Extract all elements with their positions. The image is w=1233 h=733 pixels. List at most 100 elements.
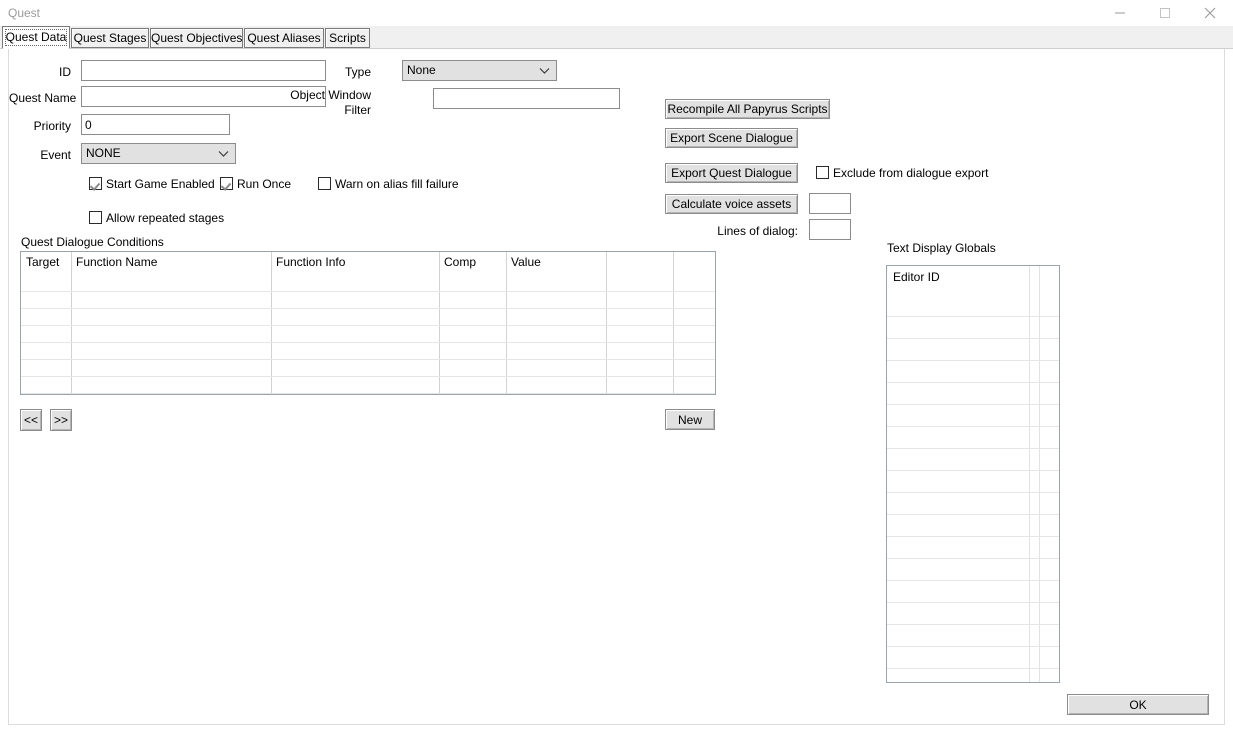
recompile-all-papyrus-scripts-button[interactable]: Recompile All Papyrus Scripts xyxy=(665,99,830,119)
grid-row-divider xyxy=(21,291,715,292)
checkbox-box xyxy=(318,177,331,190)
export-quest-dialogue-button[interactable]: Export Quest Dialogue xyxy=(665,163,798,183)
close-button[interactable] xyxy=(1187,0,1232,26)
tab-label: Quest Stages xyxy=(73,31,147,45)
column-header-extra-2 xyxy=(673,252,715,274)
object-window-filter-input[interactable] xyxy=(433,88,620,109)
checkbox-box xyxy=(816,166,829,179)
column-header-target: Target xyxy=(26,255,60,269)
list-column-divider xyxy=(1029,266,1030,682)
checkbox-label: Warn on alias fill failure xyxy=(335,177,459,191)
window-title: Quest xyxy=(8,6,41,20)
quest-data-panel: ID Quest Name Priority Event NONE Type N… xyxy=(8,49,1225,725)
tab-label: Scripts xyxy=(329,31,366,45)
tab-quest-stages[interactable]: Quest Stages xyxy=(71,28,149,48)
type-dropdown[interactable]: None xyxy=(402,60,557,81)
event-value: NONE xyxy=(86,146,121,160)
object-window-filter-label-line2: Filter xyxy=(344,103,371,117)
type-value: None xyxy=(407,63,436,77)
tab-label: Quest Objectives xyxy=(151,31,243,45)
lines-of-dialog-label: Lines of dialog: xyxy=(717,224,798,238)
column-header-function-info: Function Info xyxy=(276,255,346,269)
tab-quest-objectives[interactable]: Quest Objectives xyxy=(150,28,243,48)
id-input[interactable] xyxy=(81,60,326,81)
column-header-extra-1 xyxy=(606,252,673,274)
checkbox-box xyxy=(220,177,233,190)
grid-row-divider xyxy=(21,308,715,309)
list-row-divider xyxy=(887,492,1059,493)
checkbox-label: Start Game Enabled xyxy=(106,177,215,191)
checkbox-label: Run Once xyxy=(237,177,292,191)
list-row-divider xyxy=(887,514,1059,515)
list-row-divider xyxy=(887,426,1059,427)
maximize-icon xyxy=(1159,8,1170,18)
column-header-comp: Comp xyxy=(444,255,477,269)
tab-quest-aliases[interactable]: Quest Aliases xyxy=(244,28,324,48)
list-row-divider xyxy=(887,668,1059,669)
grid-column-divider xyxy=(673,252,674,394)
list-row-divider xyxy=(887,470,1059,471)
quest-window: Quest Quest Data Quest Stages Quest Obje… xyxy=(0,0,1233,733)
list-row-divider xyxy=(887,448,1059,449)
list-row-divider xyxy=(887,624,1059,625)
grid-row-divider xyxy=(21,325,715,326)
column-header-value: Value xyxy=(511,255,541,269)
grid-column-divider xyxy=(439,252,440,394)
event-label: Event xyxy=(40,148,71,162)
grid-column-divider xyxy=(71,252,72,394)
minimize-icon xyxy=(1114,12,1125,14)
list-row-divider xyxy=(887,360,1059,361)
checkbox-box xyxy=(89,177,102,190)
conditions-grid[interactable]: Target Function Name Function Info Comp … xyxy=(20,251,716,395)
text-display-globals-label: Text Display Globals xyxy=(887,241,996,255)
grid-column-divider xyxy=(506,252,507,394)
list-row-divider xyxy=(887,536,1059,537)
list-row-divider xyxy=(887,602,1059,603)
close-icon xyxy=(1204,7,1215,19)
chevron-down-icon xyxy=(218,144,229,163)
priority-input[interactable] xyxy=(81,114,230,135)
tab-strip: Quest Data Quest Stages Quest Objectives… xyxy=(0,26,1233,49)
conditions-grid-header: Target Function Name Function Info Comp … xyxy=(21,252,715,274)
conditions-next-button[interactable]: >> xyxy=(50,409,72,431)
conditions-first-button[interactable]: << xyxy=(20,409,42,431)
grid-column-divider xyxy=(606,252,607,394)
list-row-divider xyxy=(887,316,1059,317)
conditions-new-button[interactable]: New xyxy=(665,409,715,430)
list-row-divider xyxy=(887,338,1059,339)
tab-label: Quest Aliases xyxy=(247,31,321,45)
text-display-globals-list[interactable]: Editor ID xyxy=(886,265,1060,683)
grid-column-divider xyxy=(271,252,272,394)
ok-button[interactable]: OK xyxy=(1067,694,1209,715)
checkbox-label: Exclude from dialogue export xyxy=(833,166,989,180)
tab-quest-data[interactable]: Quest Data xyxy=(2,26,70,49)
column-header-function-name: Function Name xyxy=(76,255,158,269)
event-dropdown[interactable]: NONE xyxy=(81,143,236,164)
tab-scripts[interactable]: Scripts xyxy=(325,28,370,48)
calculate-voice-assets-button[interactable]: Calculate voice assets xyxy=(665,194,798,214)
export-scene-dialogue-button[interactable]: Export Scene Dialogue xyxy=(665,128,798,148)
minimize-button[interactable] xyxy=(1097,0,1142,26)
conditions-group-label: Quest Dialogue Conditions xyxy=(21,235,164,249)
voice-assets-value-input[interactable] xyxy=(809,193,851,214)
checkbox-label: Allow repeated stages xyxy=(106,211,225,225)
object-window-filter-label-line1: Object Window xyxy=(290,88,371,102)
grid-row-divider xyxy=(21,359,715,360)
quest-name-label: Quest Name xyxy=(9,91,77,105)
id-label: ID xyxy=(59,65,71,79)
list-row-divider xyxy=(887,646,1059,647)
title-bar: Quest xyxy=(0,0,1233,26)
list-row-divider xyxy=(887,404,1059,405)
type-label: Type xyxy=(344,65,371,79)
grid-row-divider xyxy=(21,376,715,377)
maximize-button[interactable] xyxy=(1142,0,1187,26)
checkbox-box xyxy=(89,211,102,224)
list-row-divider xyxy=(887,382,1059,383)
text-display-globals-column-header: Editor ID xyxy=(887,266,1059,290)
tab-label: Quest Data xyxy=(5,30,67,44)
chevron-down-icon xyxy=(539,61,550,80)
list-row-divider xyxy=(887,580,1059,581)
lines-of-dialog-input[interactable] xyxy=(809,219,851,240)
list-row-divider xyxy=(887,558,1059,559)
grid-row-divider xyxy=(21,393,715,394)
